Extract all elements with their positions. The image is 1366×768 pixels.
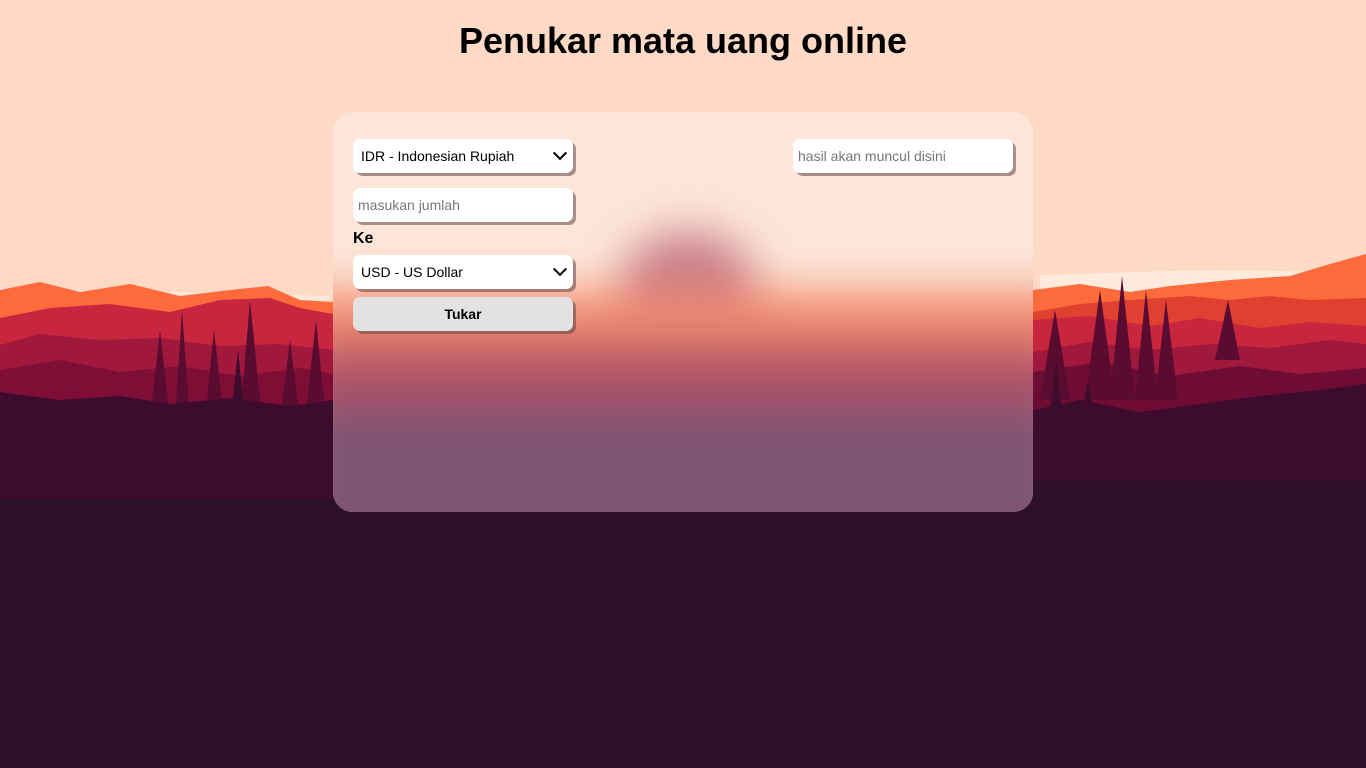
amount-input[interactable] (353, 188, 573, 222)
from-currency-value: IDR - Indonesian Rupiah (361, 148, 515, 164)
to-currency-select[interactable]: USD - US Dollar (353, 255, 573, 289)
to-label: Ke (353, 230, 374, 247)
from-currency-select[interactable]: IDR - Indonesian Rupiah (353, 139, 573, 173)
page-title: Penukar mata uang online (458, 20, 908, 61)
to-currency-value: USD - US Dollar (361, 264, 463, 280)
chevron-down-icon (552, 146, 568, 161)
result-field[interactable] (793, 139, 1013, 173)
convert-button[interactable]: Tukar (353, 297, 573, 331)
chevron-down-icon (552, 262, 568, 277)
